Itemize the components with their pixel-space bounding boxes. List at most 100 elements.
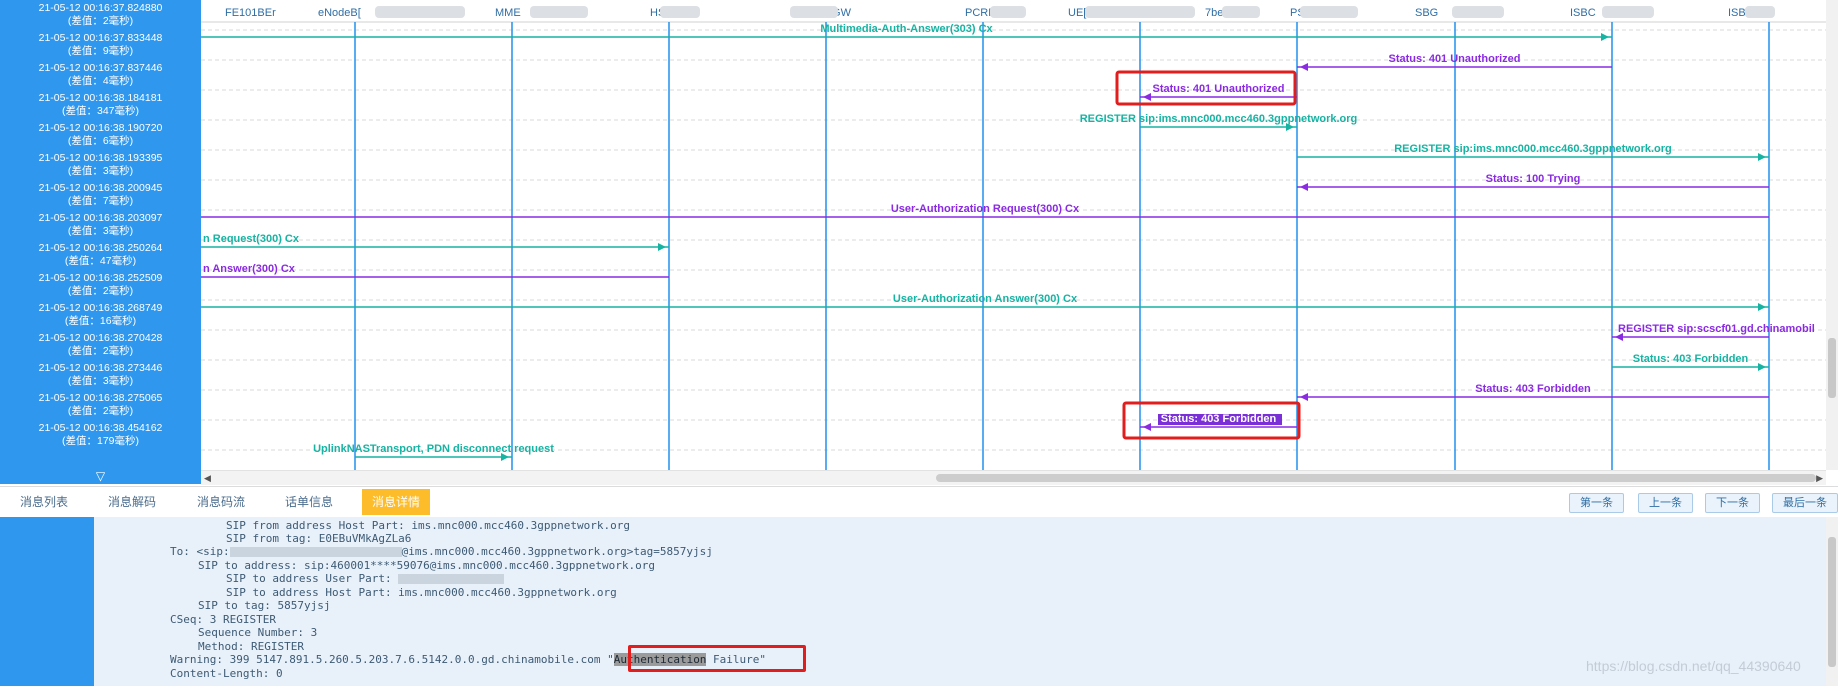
message-arrow[interactable]: Status: 100 Trying [1297, 173, 1769, 191]
scroll-thumb[interactable] [1828, 537, 1836, 667]
detail-line: SIP to address: sip:460001****59076@ims.… [198, 559, 655, 572]
tab-message-decode[interactable]: 消息解码 [98, 489, 166, 515]
arrow-head [1601, 33, 1609, 41]
message-label: REGISTER sip:scscf01.gd.chinamobil [1618, 323, 1815, 335]
message-label: Status: 403 Forbidden [1475, 383, 1591, 395]
message-label: UplinkNASTransport, PDN disconnect reque… [313, 443, 554, 455]
message-arrow[interactable]: UplinkNASTransport, PDN disconnect reque… [313, 443, 554, 461]
timestamp-row[interactable]: 21-05-12 00:16:37.833448 (差值：9毫秒) [0, 32, 201, 62]
timestamp-row[interactable]: 21-05-12 00:16:38.273446 (差值：3毫秒) [0, 362, 201, 392]
arrow-head [1758, 303, 1766, 311]
next-message-button[interactable]: 下一条 [1705, 493, 1760, 513]
timestamp-text: 21-05-12 00:16:38.275065 [38, 392, 163, 404]
timestamp-text: 21-05-12 00:16:38.252509 [38, 272, 163, 284]
delta-text: (差值：2毫秒) [67, 15, 134, 27]
detail-text: @ims.mnc000.mcc460.3gppnetwork.org>tag=5… [401, 545, 713, 558]
detail-side-bar [0, 517, 94, 686]
redacted-header-block [1300, 6, 1358, 18]
scroll-thumb[interactable] [936, 474, 1816, 482]
timestamp-row[interactable]: 21-05-12 00:16:38.270428 (差值：2毫秒) [0, 332, 201, 362]
timestamp-row[interactable]: 21-05-12 00:16:38.184181 (差值：347毫秒) [0, 92, 201, 122]
timestamp-column: 21-05-12 00:16:37.824880 (差值：2毫秒) 21-05-12… [0, 0, 201, 470]
redacted-header-block [1745, 6, 1775, 18]
node-label: MME [495, 7, 521, 19]
tab-message-list[interactable]: 消息列表 [10, 489, 78, 515]
message-label: User-Authorization Answer(300) Cx [893, 293, 1078, 305]
message-detail-pane: SIP from address Host Part: ims.mnc000.m… [94, 517, 1826, 686]
sequence-diagram: FE101BEreNodeB[MMEHSS02SAEGWPCRFUE[7be'P… [201, 0, 1826, 470]
detail-line: SIP to tag: 5857yjsj [198, 599, 331, 612]
timestamp-text: 21-05-12 00:16:38.250264 [38, 242, 163, 254]
timestamp-text: 21-05-12 00:16:37.824880 [38, 2, 163, 14]
delta-text: (差值：47毫秒) [64, 255, 137, 267]
arrow-head [1300, 63, 1308, 71]
node-label: SBG [1415, 7, 1438, 19]
timestamp-row[interactable]: 21-05-12 00:16:38.203097 (差值：3毫秒) [0, 212, 201, 242]
tab-call-record[interactable]: 话单信息 [275, 489, 343, 515]
delta-text: (差值：2毫秒) [67, 405, 134, 417]
first-message-button[interactable]: 第一条 [1569, 493, 1624, 513]
tab-message-stream[interactable]: 消息码流 [187, 489, 255, 515]
timestamp-row[interactable]: 21-05-12 00:16:37.824880 (差值：2毫秒) [0, 2, 201, 32]
redacted-header-block [1085, 6, 1195, 18]
timestamp-text: 21-05-12 00:16:38.273446 [38, 362, 163, 374]
message-arrow[interactable]: n Request(300) Cx [201, 233, 669, 251]
redacted-header-block [375, 6, 465, 18]
double-chevron-down-icon[interactable]: ▽ [0, 468, 201, 484]
message-arrow[interactable]: User-Authorization Answer(300) Cx [201, 293, 1769, 311]
redacted-header-block [1452, 6, 1504, 18]
message-arrow[interactable]: REGISTER sip:scscf01.gd.chinamobil [1612, 323, 1815, 341]
scroll-thumb[interactable] [1828, 338, 1836, 398]
arrow-head [1143, 423, 1151, 431]
detail-line: CSeq: 3 REGISTER [170, 613, 276, 626]
scroll-right-icon[interactable]: ▶ [1816, 471, 1823, 485]
message-arrow[interactable]: Status: 403 Forbidden [1612, 353, 1769, 371]
vertical-scrollbar[interactable] [1826, 0, 1838, 470]
detail-text: SIP to address User Part: [226, 572, 399, 585]
detail-scrollbar[interactable] [1826, 517, 1838, 686]
redacted-header-block [660, 6, 700, 18]
timestamp-row[interactable]: 21-05-12 00:16:38.190720 (差值：6毫秒) [0, 122, 201, 152]
timestamp-text: 21-05-12 00:16:38.200945 [38, 182, 163, 194]
detail-line: Method: REGISTER [198, 640, 304, 653]
message-arrow[interactable]: REGISTER sip:ims.mnc000.mcc460.3gppnetwo… [1297, 143, 1769, 161]
tab-message-detail[interactable]: 消息详情 [362, 489, 431, 515]
timestamp-row[interactable]: 21-05-12 00:16:38.275065 (差值：2毫秒) [0, 392, 201, 422]
redacted-header-block [1602, 6, 1654, 18]
tabs-bar: 消息列表 消息解码 消息码流 话单信息 消息详情 第一条 上一条 下一条 最后一… [0, 486, 1838, 518]
timestamp-row[interactable]: 21-05-12 00:16:38.268749 (差值：16毫秒) [0, 302, 201, 332]
message-label: User-Authorization Request(300) Cx [891, 203, 1080, 215]
redacted-block [398, 574, 505, 584]
detail-line: SIP from address Host Part: ims.mnc000.m… [226, 519, 630, 532]
scroll-left-icon[interactable]: ◀ [204, 471, 211, 485]
delta-text: (差值：16毫秒) [64, 315, 137, 327]
delta-text: (差值：2毫秒) [67, 345, 134, 357]
message-arrow[interactable]: Status: 401 Unauthorized [1140, 83, 1297, 101]
timestamp-row[interactable]: 21-05-12 00:16:38.200945 (差值：7毫秒) [0, 182, 201, 212]
detail-line: Sequence Number: 3 [198, 626, 318, 639]
node-label: FE101BEr [225, 7, 276, 19]
delta-text: (差值：3毫秒) [67, 375, 134, 387]
delta-text: (差值：2毫秒) [67, 285, 134, 297]
timestamp-row[interactable]: 21-05-12 00:16:38.193395 (差值：3毫秒) [0, 152, 201, 182]
message-arrow[interactable]: REGISTER sip:ims.mnc000.mcc460.3gppnetwo… [1080, 113, 1358, 131]
previous-message-button[interactable]: 上一条 [1638, 493, 1693, 513]
arrow-head [1758, 153, 1766, 161]
message-arrow[interactable]: Status: 403 Forbidden [1140, 413, 1297, 431]
timestamp-text: 21-05-12 00:16:38.270428 [38, 332, 163, 344]
horizontal-scrollbar[interactable]: ◀ ▶ [201, 470, 1826, 485]
timestamp-row[interactable]: 21-05-12 00:16:37.837446 (差值：4毫秒) [0, 62, 201, 92]
message-arrow[interactable]: Status: 403 Forbidden [1297, 383, 1769, 401]
message-label: Status: 401 Unauthorized [1152, 83, 1284, 95]
delta-text: (差值：3毫秒) [67, 225, 134, 237]
timestamp-row[interactable]: 21-05-12 00:16:38.454162 (差值：179毫秒) [0, 422, 201, 452]
timestamp-row[interactable]: 21-05-12 00:16:38.250264 (差值：47毫秒) [0, 242, 201, 272]
delta-text: (差值：347毫秒) [61, 105, 139, 117]
message-label: Status: 100 Trying [1486, 173, 1581, 185]
last-message-button[interactable]: 最后一条 [1772, 493, 1838, 513]
timestamp-row[interactable]: 21-05-12 00:16:38.252509 (差值：2毫秒) [0, 272, 201, 302]
message-label: REGISTER sip:ims.mnc000.mcc460.3gppnetwo… [1080, 113, 1358, 125]
timestamp-text: 21-05-12 00:16:37.837446 [38, 62, 163, 74]
message-arrow[interactable]: Multimedia-Auth-Answer(303) Cx [201, 23, 1612, 41]
authentication-failure-highlight-box [628, 645, 806, 672]
